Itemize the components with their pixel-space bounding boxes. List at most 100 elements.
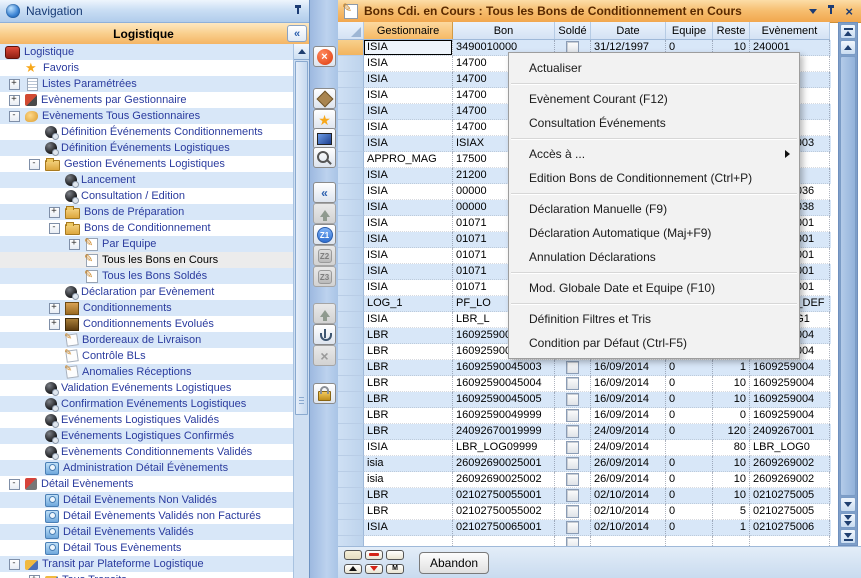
collapse-panel-button[interactable]: «	[287, 25, 307, 42]
menu-item-declaration-manuelle[interactable]: Déclaration Manuelle (F9)	[509, 197, 799, 221]
tree-item[interactable]: +Conditionnements Evolués	[0, 316, 294, 332]
table-row[interactable]: LBR1609259004999916/09/2014001609259004	[338, 408, 831, 424]
tree-item[interactable]: Lancement	[0, 172, 294, 188]
row-selector[interactable]	[338, 248, 364, 264]
tree-item[interactable]: Validation Evénements Logistiques	[0, 380, 294, 396]
solde-checkbox[interactable]	[566, 393, 579, 406]
menu-item-edition-bons-conditionnement[interactable]: Edition Bons de Conditionnement (Ctrl+P)	[509, 166, 799, 190]
table-row[interactable]: ISIA0210275006500102/10/2014010210275006	[338, 520, 831, 536]
tree-item[interactable]: -Bons de Conditionnement	[0, 220, 294, 236]
row-selector[interactable]	[338, 456, 364, 472]
solde-checkbox[interactable]	[566, 377, 579, 390]
tree-item[interactable]: +Listes Paramétrées	[0, 76, 294, 92]
table-row[interactable]: LBR1609259004500516/09/20140101609259004	[338, 392, 831, 408]
scroll-down-button[interactable]	[840, 497, 856, 512]
table-scrollbar[interactable]	[838, 22, 858, 546]
row-selector[interactable]	[338, 376, 364, 392]
tree-item[interactable]: -Détail Evènements	[0, 476, 294, 492]
clear-button[interactable]: ×	[313, 345, 336, 366]
col-header-equipe[interactable]: Equipe	[666, 22, 713, 39]
row-selector[interactable]	[338, 264, 364, 280]
tree-item[interactable]: Favoris	[0, 60, 294, 76]
tree-item[interactable]: -Evènements Tous Gestionnaires	[0, 108, 294, 124]
expand-icon[interactable]: +	[9, 79, 20, 90]
move-up-button[interactable]	[313, 203, 336, 224]
pin-icon[interactable]	[826, 5, 836, 17]
menu-item-annulation-declarations[interactable]: Annulation Déclarations	[509, 245, 799, 269]
table-row[interactable]: LBR2409267001999924/09/20140120240926700…	[338, 424, 831, 440]
search-button[interactable]	[313, 147, 336, 168]
solde-checkbox[interactable]	[566, 361, 579, 374]
tree-item[interactable]: Déclaration par Evènement	[0, 284, 294, 300]
tree-item[interactable]: Définition Événements Conditionnements	[0, 124, 294, 140]
row-selector[interactable]	[338, 152, 364, 168]
row-selector[interactable]	[338, 488, 364, 504]
row-selector[interactable]	[338, 344, 364, 360]
row-selector[interactable]	[338, 312, 364, 328]
tree-item[interactable]: Tous les Bons Soldés	[0, 268, 294, 284]
lock-button[interactable]	[313, 383, 336, 404]
solde-checkbox[interactable]	[566, 537, 579, 546]
menu-item-evenement-courant[interactable]: Evènement Courant (F12)	[509, 87, 799, 111]
row-selector[interactable]	[338, 536, 364, 546]
record-nav-6-button[interactable]: M	[386, 564, 404, 574]
row-selector[interactable]	[338, 56, 364, 72]
table-row[interactable]: isia2609269002500226/09/2014010260926900…	[338, 472, 831, 488]
row-selector[interactable]	[338, 328, 364, 344]
solde-checkbox[interactable]	[566, 505, 579, 518]
expand-icon[interactable]: +	[49, 303, 60, 314]
row-selector[interactable]	[338, 440, 364, 456]
row-selector[interactable]	[338, 232, 364, 248]
row-selector[interactable]	[338, 280, 364, 296]
tree-item[interactable]: +Tous Transits	[0, 572, 294, 578]
col-header-date[interactable]: Date	[591, 22, 666, 39]
screen-button[interactable]	[313, 128, 336, 149]
tree-item[interactable]: Logistique	[0, 44, 294, 60]
row-selector[interactable]	[338, 136, 364, 152]
table-row[interactable]: LBR0210275005500102/10/20140100210275005	[338, 488, 831, 504]
table-row[interactable]: ISIALBR_LOG0999924/09/201480LBR_LOG0	[338, 440, 831, 456]
row-selector[interactable]	[338, 72, 364, 88]
row-selector[interactable]	[338, 392, 364, 408]
abandon-button[interactable]: Abandon	[419, 552, 489, 574]
col-header-solde[interactable]: Soldé	[555, 22, 591, 39]
row-selector[interactable]	[338, 200, 364, 216]
row-selector[interactable]	[338, 360, 364, 376]
row-selector[interactable]	[338, 216, 364, 232]
chevron-down-icon[interactable]	[809, 9, 817, 14]
expand-icon[interactable]: +	[9, 95, 20, 106]
col-header-gestionnaire[interactable]: Gestionnaire	[364, 22, 453, 39]
record-nav-2-button[interactable]	[365, 550, 383, 560]
col-header-reste[interactable]: Reste	[713, 22, 750, 39]
expand-icon[interactable]: +	[69, 239, 80, 250]
scroll-up-button[interactable]	[840, 40, 856, 55]
collapse-icon[interactable]: -	[9, 559, 20, 570]
solde-checkbox[interactable]	[566, 489, 579, 502]
tree-scroll-up-button[interactable]	[294, 44, 309, 60]
row-selector[interactable]	[338, 472, 364, 488]
tree-item[interactable]: Confirmation Evénements Logistiques	[0, 396, 294, 412]
row-selector[interactable]	[338, 408, 364, 424]
tree-item[interactable]: Détail Evènements Validés	[0, 524, 294, 540]
zoom-z1-button[interactable]: Z1	[313, 224, 336, 245]
tree-item[interactable]: Evénements Logistiques Validés	[0, 412, 294, 428]
scroll-page-down-button[interactable]	[840, 513, 856, 528]
scroll-bottom-button[interactable]	[840, 529, 856, 544]
tree-item[interactable]: +Conditionnements	[0, 300, 294, 316]
expand-icon[interactable]: +	[29, 575, 40, 578]
compass-button[interactable]	[313, 88, 336, 109]
tree-item[interactable]: +Par Equipe	[0, 236, 294, 252]
tree-scroll-thumb[interactable]	[295, 61, 308, 415]
move-up-2-button[interactable]	[313, 303, 336, 324]
solde-checkbox[interactable]	[566, 409, 579, 422]
record-nav-5-button[interactable]	[365, 564, 383, 574]
tree-item[interactable]: +Evènements par Gestionnaire	[0, 92, 294, 108]
menu-item-actualiser[interactable]: Actualiser	[509, 56, 799, 80]
row-selector[interactable]	[338, 424, 364, 440]
menu-item-acces-a[interactable]: Accès à ...	[509, 142, 799, 166]
scroll-thumb[interactable]	[840, 56, 856, 496]
menu-item-condition-par-defaut[interactable]: Condition par Défaut (Ctrl-F5)	[509, 331, 799, 355]
table-row[interactable]: isia2609269002500126/09/2014010260926900…	[338, 456, 831, 472]
collapse-icon[interactable]: -	[9, 479, 20, 490]
pin-icon[interactable]	[293, 5, 303, 17]
